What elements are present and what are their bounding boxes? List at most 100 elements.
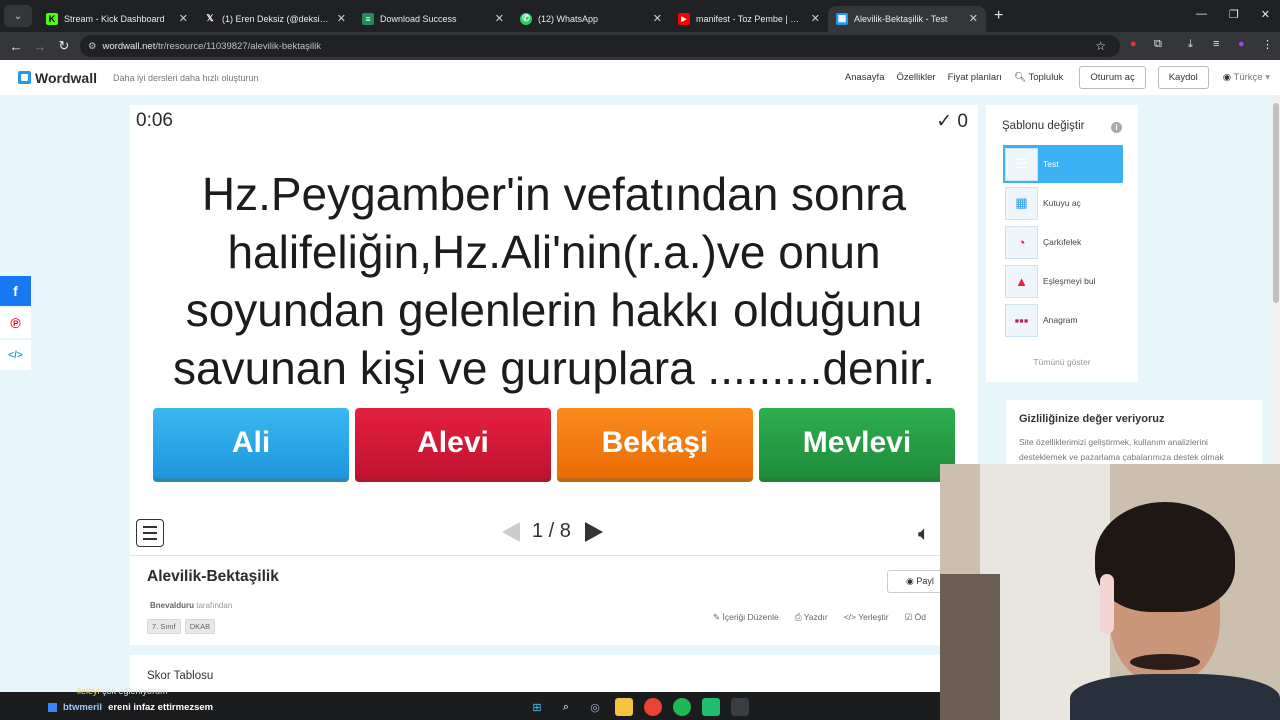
show-all-templates-link[interactable]: Tümünü göster [986,357,1138,367]
chat-username: btwmeril [63,702,103,713]
browser-tab[interactable]: ✆ (12) WhatsApp ✕ [512,6,670,32]
app-icon[interactable] [731,698,749,716]
game-timer: 0:06 [136,110,173,131]
browser-tab[interactable]: ▶ manifest - Toz Pembe | Official M ✕ [670,6,828,32]
template-option-anagram[interactable]: ▪▪▪ Anagram [1003,301,1123,339]
tab-search-icon[interactable]: ⌄ [4,5,32,27]
streamer-mustache [1130,654,1200,670]
minimize-icon[interactable]: — [1196,8,1207,21]
game-menu-icon[interactable] [136,519,164,547]
steam-icon[interactable]: ◎ [586,698,604,716]
tab-title: Alevilik-Bektaşilik - Test [854,13,948,24]
answer-button[interactable]: Ali [153,408,349,482]
spotify-icon[interactable] [673,698,691,716]
checkbox-icon: ☑ [904,612,913,622]
forward-icon[interactable]: → [28,39,52,54]
next-question-icon[interactable] [584,521,603,542]
previous-question-icon[interactable] [502,521,520,542]
back-icon[interactable]: ← [4,39,28,54]
close-tab-icon[interactable]: ✕ [969,12,978,25]
windows-start-icon[interactable]: ⊞ [528,698,546,716]
answer-button[interactable]: Alevi [355,408,551,482]
downloads-icon[interactable]: ⤓ [1188,38,1193,51]
template-label: Eşleşmeyi bul [1043,276,1096,286]
template-option-test[interactable]: ☰ Test [1003,145,1123,183]
url-bar[interactable]: ⚙ wordwall.net /tr/resource/11039827/ale… [80,35,1120,57]
author-suffix: tarafından [196,601,233,610]
assign-link[interactable]: ☑ Öd [905,612,926,623]
template-option-match[interactable]: ▲ Eşleşmeyi bul [1003,262,1123,300]
webcam-overlay [940,464,1280,720]
chrome-icon[interactable] [644,698,662,716]
chat-badge-icon [48,703,57,712]
template-label: Test [1043,159,1059,169]
social-share-column: f ℗ </> [0,276,31,372]
browser-tab-bar: ⌄ K Stream - Kick Dashboard ✕ 𝕏 (1) Eren… [0,0,1280,32]
tag-badge[interactable]: 7. Sınıf [147,619,181,634]
tag-badge[interactable]: DKAB [184,619,216,634]
close-tab-icon[interactable]: ✕ [653,12,662,25]
close-window-icon[interactable]: ✕ [1261,8,1270,21]
browser-tab[interactable]: K Stream - Kick Dashboard ✕ [38,6,196,32]
language-selector[interactable]: ◉ Türkçe ▾ [1223,72,1270,83]
extension-icon[interactable]: ● [1130,38,1137,50]
wordwall-icon: ▦ [836,12,848,25]
browser-menu-icon[interactable]: ⋮ [1262,38,1273,51]
author-link[interactable]: Bnevalduru [150,601,194,610]
facebook-share-icon[interactable]: f [0,276,31,306]
nav-home-link[interactable]: Anasayfa [845,72,885,83]
search-icon[interactable]: ⌕ [557,698,575,716]
template-switcher-panel: Şablonu değiştir i ☰ Test ▦ Kutuyu aç ◔ … [986,105,1138,382]
edit-content-link[interactable]: ✎ İçeriği Düzenle [713,612,779,623]
answer-button[interactable]: Mevlevi [759,408,955,482]
tab-title: Download Success [380,13,457,24]
community-label: Topluluk [1028,72,1064,83]
leaderboard-panel: Skor Tablosu [130,655,978,692]
sound-toggle-icon[interactable]: 🔈︎ [918,523,930,546]
template-label: Kutuyu aç [1043,198,1081,208]
signup-button[interactable]: Kaydol [1157,66,1209,89]
close-tab-icon[interactable]: ✕ [811,12,820,25]
info-icon[interactable]: i [1111,122,1122,133]
whatsapp-icon: ✆ [520,12,532,25]
template-option-wheel[interactable]: ◔ Çarkıfelek [1003,223,1123,261]
close-tab-icon[interactable]: ✕ [495,12,504,25]
browser-tab[interactable]: 𝕏 (1) Eren Deksiz (@deksizadam) · ✕ [196,6,354,32]
embed-link[interactable]: </> Yerleştir [844,612,889,623]
reload-icon[interactable]: ↻ [52,38,76,54]
nav-features-link[interactable]: Özellikler [897,72,936,83]
globe-icon: ◉ [1222,72,1232,83]
extensions-puzzle-icon[interactable]: ⧉ [1154,38,1162,51]
privacy-text: Site özelliklerimizi geliştirmek, kullan… [1019,437,1224,462]
leaderboard-title: Skor Tablosu [147,670,214,682]
new-tab-icon[interactable]: + [994,7,1003,25]
score-counter: ✓ 0 [936,110,968,133]
print-label: Yazdır [803,612,828,622]
browser-tab[interactable]: ≡ Download Success ✕ [354,6,512,32]
bookmark-star-icon[interactable]: ☆ [1095,39,1106,53]
app-icon[interactable] [702,698,720,716]
print-link[interactable]: ⎙ Yazdır [795,612,828,623]
nav-pricing-link[interactable]: Fiyat planları [948,72,1002,83]
tab-title: manifest - Toz Pembe | Official M [696,13,805,24]
close-tab-icon[interactable]: ✕ [179,12,188,25]
file-explorer-icon[interactable] [615,698,633,716]
reading-list-icon[interactable]: ≡ [1213,38,1219,50]
profile-avatar-icon[interactable]: ● [1238,38,1245,50]
tagline: Daha iyi dersleri daha hızlı oluşturun [112,72,259,83]
nav-community-link[interactable]: 🔍︎ Topluluk [1014,72,1063,83]
pinterest-share-icon[interactable]: ℗ [0,308,31,338]
close-tab-icon[interactable]: ✕ [337,12,346,25]
wordwall-logo[interactable]: Wordwall [18,70,97,86]
maximize-icon[interactable]: ❐ [1229,8,1239,21]
embed-share-icon[interactable]: </> [0,340,31,370]
scrollbar-thumb[interactable] [1273,103,1279,303]
answer-button[interactable]: Bektaşi [557,408,753,482]
match-template-icon: ▲ [1005,264,1038,298]
browser-tab-active[interactable]: ▦ Alevilik-Bektaşilik - Test ✕ [828,5,986,32]
login-button[interactable]: Oturum aç [1079,66,1146,89]
template-option-open-box[interactable]: ▦ Kutuyu aç [1003,184,1123,222]
activity-actions: ✎ İçeriği Düzenle ⎙ Yazdır </> Yerleştir… [713,612,926,623]
url-path: /tr/resource/11039827/alevilik-bektaşili… [155,40,321,52]
site-info-icon[interactable]: ⚙ [88,41,97,52]
